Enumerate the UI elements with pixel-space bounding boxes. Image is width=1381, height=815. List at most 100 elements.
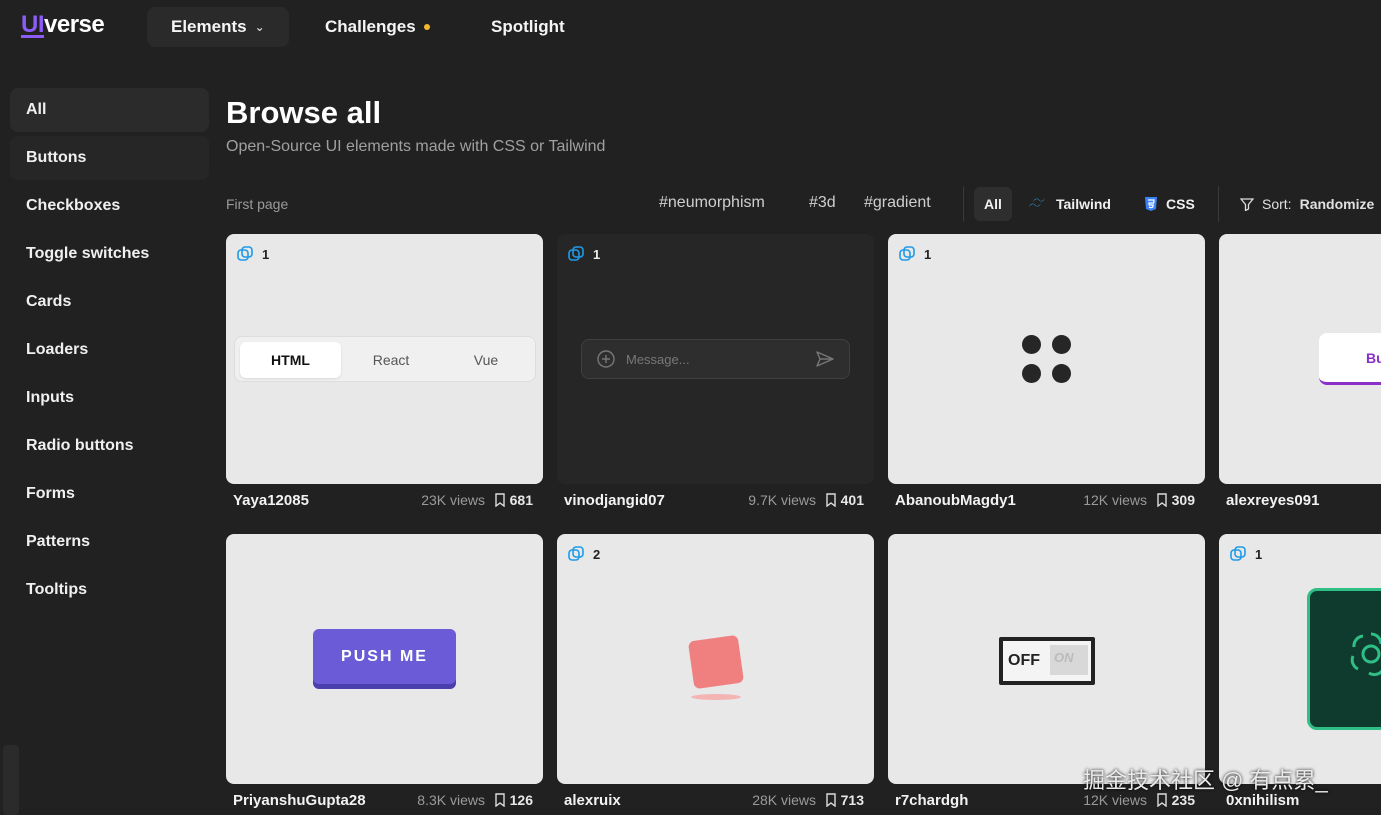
tag-3d[interactable]: #3d bbox=[809, 194, 836, 212]
bookmark-icon bbox=[825, 493, 836, 507]
element-card[interactable]: 1 Message... bbox=[557, 234, 874, 484]
cube-shadow bbox=[691, 694, 741, 700]
uiverse-logo[interactable]: UIverse bbox=[21, 11, 105, 39]
filter-divider bbox=[1218, 186, 1219, 222]
page-subtitle: Open-Source UI elements made with CSS or… bbox=[226, 138, 606, 155]
sidebar-item-label: Tooltips bbox=[26, 581, 88, 598]
bookmark-icon bbox=[494, 793, 505, 807]
logo-ui-text: UI bbox=[21, 11, 45, 38]
sidebar-item-label: Checkboxes bbox=[26, 197, 121, 214]
card-author[interactable]: alexruix bbox=[564, 792, 621, 809]
filter-bar: First page #neumorphism #3d #gradient Al… bbox=[226, 186, 1381, 222]
save-button[interactable]: 126 bbox=[494, 792, 533, 808]
chevron-down-icon: ⌄ bbox=[254, 20, 265, 34]
tabs-preview: HTML React Vue bbox=[234, 336, 536, 382]
switch-on-label: ON bbox=[1050, 645, 1088, 675]
filter-tailwind-button[interactable]: Tailwind bbox=[1018, 187, 1121, 221]
filter-css-button[interactable]: CSS bbox=[1134, 187, 1205, 221]
filter-all-label: All bbox=[984, 196, 1002, 212]
first-page-label: First page bbox=[226, 196, 289, 212]
sidebar-item-label: Cards bbox=[26, 293, 72, 310]
element-card[interactable]: 2 bbox=[557, 534, 874, 784]
bookmark-icon bbox=[494, 493, 505, 507]
off-on-switch-preview: OFF ON bbox=[999, 637, 1095, 685]
openai-icon bbox=[1350, 632, 1381, 677]
card-views: 28K views bbox=[752, 792, 816, 808]
filter-divider bbox=[963, 186, 964, 222]
card-meta: alexruix 28K views 713 bbox=[557, 788, 874, 812]
sidebar-item-cards[interactable]: Cards bbox=[10, 280, 209, 324]
tag-gradient[interactable]: #gradient bbox=[864, 194, 931, 212]
card-author[interactable]: r7chardgh bbox=[895, 792, 968, 809]
element-card[interactable]: 1 bbox=[888, 234, 1205, 484]
css-icon bbox=[1145, 197, 1157, 211]
sidebar-item-inputs[interactable]: Inputs bbox=[10, 376, 209, 420]
copies-icon bbox=[237, 246, 253, 261]
card-views: 12K views bbox=[1083, 492, 1147, 508]
nav-elements-label: Elements bbox=[171, 17, 247, 36]
tag-neumorphism[interactable]: #neumorphism bbox=[659, 194, 765, 212]
card-meta: PriyanshuGupta28 8.3K views 126 bbox=[226, 788, 543, 812]
nav-challenges-button[interactable]: Challenges bbox=[325, 7, 430, 47]
element-card[interactable]: OFF ON bbox=[888, 534, 1205, 784]
sidebar-item-all[interactable]: All bbox=[10, 88, 209, 132]
send-icon bbox=[816, 351, 834, 367]
save-button[interactable]: 401 bbox=[825, 492, 864, 508]
nav-elements-button[interactable]: Elements ⌄ bbox=[147, 7, 289, 47]
tab-react: React bbox=[372, 352, 410, 368]
save-button[interactable]: 681 bbox=[494, 492, 533, 508]
sidebar-item-tooltips[interactable]: Tooltips bbox=[10, 568, 209, 612]
sidebar-item-checkboxes[interactable]: Checkboxes bbox=[10, 184, 209, 228]
sidebar-item-label: Buttons bbox=[26, 149, 87, 166]
sort-dropdown[interactable]: Sort: Randomize bbox=[1240, 187, 1374, 221]
sidebar-item-loaders[interactable]: Loaders bbox=[10, 328, 209, 372]
card-meta: AbanoubMagdy1 12K views 309 bbox=[888, 488, 1205, 512]
card-meta: vinodjangid07 9.7K views 401 bbox=[557, 488, 874, 512]
card-badge: 1 bbox=[236, 245, 269, 263]
copies-icon bbox=[568, 246, 584, 261]
sidebar-item-toggle-switches[interactable]: Toggle switches bbox=[10, 232, 209, 276]
element-card[interactable]: Butt bbox=[1219, 234, 1381, 484]
save-button[interactable]: 309 bbox=[1156, 492, 1195, 508]
card-views: 23K views bbox=[421, 492, 485, 508]
card-author[interactable]: Yaya12085 bbox=[233, 492, 309, 509]
filter-tailwind-label: Tailwind bbox=[1056, 196, 1111, 212]
card-saves: 401 bbox=[840, 492, 864, 508]
card-saves: 309 bbox=[1171, 492, 1195, 508]
notification-dot bbox=[423, 24, 430, 30]
card-author[interactable]: alexreyes091 bbox=[1226, 492, 1319, 509]
save-button[interactable]: 713 bbox=[825, 792, 864, 808]
sidebar-item-patterns[interactable]: Patterns bbox=[10, 520, 209, 564]
card-badge: 2 bbox=[567, 545, 600, 563]
card-author[interactable]: PriyanshuGupta28 bbox=[233, 792, 366, 809]
watermark: 掘金技术社区 @ 有点累_ bbox=[1083, 768, 1328, 793]
loader-dots-preview bbox=[1022, 335, 1072, 385]
element-card[interactable]: 1 bbox=[1219, 534, 1381, 784]
bouncing-cube-preview bbox=[687, 634, 745, 690]
sidebar-item-radio-buttons[interactable]: Radio buttons bbox=[10, 424, 209, 468]
card-saves: 713 bbox=[840, 792, 864, 808]
card-author[interactable]: vinodjangid07 bbox=[564, 492, 665, 509]
nav-challenges-label: Challenges bbox=[325, 17, 416, 36]
sidebar-item-label: Loaders bbox=[26, 341, 89, 358]
copies-icon bbox=[1230, 546, 1246, 561]
page-title: Browse all bbox=[226, 95, 382, 130]
copies-icon bbox=[568, 546, 584, 561]
element-card[interactable]: PUSH ME bbox=[226, 534, 543, 784]
push-me-preview: PUSH ME bbox=[313, 629, 456, 684]
card-meta: alexreyes091 bbox=[1219, 488, 1381, 512]
card-author[interactable]: AbanoubMagdy1 bbox=[895, 492, 1016, 509]
card-views: 8.3K views bbox=[417, 792, 485, 808]
sidebar-item-forms[interactable]: Forms bbox=[10, 472, 209, 516]
sidebar-scrollbar[interactable] bbox=[3, 745, 19, 815]
filter-all-button[interactable]: All bbox=[974, 187, 1012, 221]
sidebar-item-buttons[interactable]: Buttons bbox=[10, 136, 209, 180]
tab-html: HTML bbox=[240, 342, 341, 378]
card-count: 1 bbox=[1255, 546, 1263, 562]
nav-spotlight-button[interactable]: Spotlight bbox=[491, 7, 565, 47]
switch-off-label: OFF bbox=[1008, 652, 1040, 669]
card-saves: 126 bbox=[509, 792, 533, 808]
button-preview-label: Butt bbox=[1366, 350, 1381, 366]
element-card[interactable]: 1 HTML React Vue bbox=[226, 234, 543, 484]
sidebar-item-label: Forms bbox=[26, 485, 75, 502]
